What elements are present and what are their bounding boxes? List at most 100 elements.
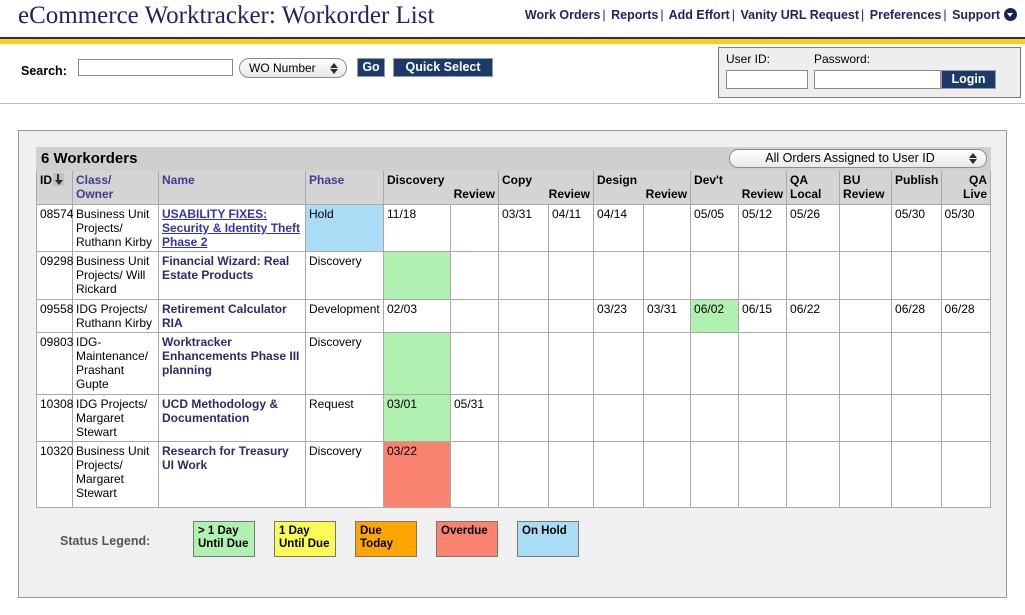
legend-item-overdue: Overdue — [436, 521, 498, 557]
cell-id: 08574 — [36, 204, 73, 252]
cell-discovery-review — [450, 204, 499, 252]
login-button[interactable]: Login — [941, 70, 996, 89]
cell-qa-local: 06/22 — [786, 299, 841, 333]
cell-devt — [690, 394, 740, 442]
userid-input[interactable] — [726, 70, 808, 89]
cell-class-owner: IDG Projects/ Margaret Stewart — [72, 394, 159, 442]
cell-id: 09298 — [36, 251, 73, 300]
cell-name: UCD Methodology & Documentation — [158, 394, 306, 442]
col-header-discovery[interactable]: Discovery Review — [383, 171, 499, 205]
nav-item-add-effort[interactable]: Add Effort — [669, 8, 730, 22]
table-row: 08574 Business Unit Projects/ Ruthann Kir… — [36, 204, 992, 252]
col-header-bu-review[interactable]: BU Review — [839, 171, 893, 205]
col-header-devt[interactable]: Dev't Review — [690, 171, 788, 205]
cell-design — [593, 332, 645, 395]
cell-discovery-review — [450, 251, 499, 300]
cell-design: 04/14 — [593, 204, 645, 252]
cell-devt: 05/05 — [690, 204, 740, 252]
cell-devt-review — [738, 441, 788, 508]
cell-phase: Discovery — [305, 251, 384, 300]
order-filter-select[interactable]: All Orders Assigned to User ID — [729, 149, 987, 168]
cell-publish — [891, 394, 942, 442]
nav-item-support[interactable]: Support — [952, 8, 1000, 22]
cell-discovery: 03/22 — [383, 441, 451, 508]
cell-design-review — [643, 251, 692, 300]
cell-copy-review: 04/11 — [547, 204, 595, 252]
cell-class-owner: Business Unit Projects/ Ruthann Kirby — [72, 204, 159, 252]
col-header-name[interactable]: Name — [158, 171, 306, 205]
table-header-row: ID Class/ Owner Name Phase Discovery Rev… — [36, 171, 992, 205]
password-input[interactable] — [814, 70, 941, 89]
search-toolbar: Search: WO Number Go Quick Select User I… — [0, 44, 1025, 104]
table-row: 09803 IDG-Maintenance/ Prashant Gupte Work… — [36, 332, 992, 395]
cell-phase: Request — [305, 394, 384, 442]
cell-design-review — [643, 441, 692, 508]
updown-arrows-icon — [967, 151, 979, 167]
col-header-class-owner[interactable]: Class/ Owner — [72, 171, 159, 205]
quick-select-button[interactable]: Quick Select — [393, 58, 493, 77]
main-navigation: Work Orders | Reports | Add Effort | Vanity… — [525, 6, 1017, 22]
nav-item-reports[interactable]: Reports — [611, 8, 658, 22]
cell-id: 09558 — [36, 299, 73, 333]
cell-class-owner: IDG Projects/ Ruthann Kirby — [72, 299, 159, 333]
col-header-qa-live[interactable]: QA Live — [940, 171, 992, 205]
cell-design-review — [643, 332, 692, 395]
col-header-qa-local[interactable]: QA Local — [786, 171, 841, 205]
cell-name: Research for Treasury UI Work — [158, 441, 306, 508]
workorder-name-link[interactable]: USABILITY FIXES: Security & Identity The… — [162, 207, 300, 249]
cell-discovery-review — [450, 332, 499, 395]
cell-copy — [498, 251, 549, 300]
cell-discovery: 03/01 — [383, 394, 451, 442]
col-header-copy[interactable]: Copy Review — [497, 171, 595, 205]
cell-copy-review — [547, 251, 595, 300]
status-legend-label: Status Legend: — [60, 534, 151, 548]
search-type-select[interactable]: WO Number — [239, 58, 347, 78]
cell-qa-local — [786, 394, 841, 442]
cell-qa-local — [786, 332, 841, 395]
nav-separator: | — [943, 8, 947, 22]
order-filter-value: All Orders Assigned to User ID — [765, 151, 935, 165]
cell-publish: 05/30 — [891, 204, 942, 252]
cell-devt — [690, 441, 740, 508]
cell-design-review: 03/31 — [643, 299, 692, 333]
cell-phase: Hold — [305, 204, 384, 252]
col-header-phase[interactable]: Phase — [305, 171, 384, 205]
cell-copy-review — [547, 441, 595, 508]
cell-name[interactable]: USABILITY FIXES: Security & Identity The… — [158, 204, 306, 252]
cell-qa-live — [940, 332, 992, 395]
cell-class-owner: Business Unit Projects/ Margaret Stewart — [72, 441, 159, 508]
search-input[interactable] — [78, 59, 233, 76]
page-title: eCommerce Worktracker: Workorder List — [18, 2, 435, 29]
panel-header: 6 Workorders All Orders Assigned to User… — [36, 147, 991, 171]
cell-phase: Discovery — [305, 332, 384, 395]
col-header-design[interactable]: Design Review — [593, 171, 692, 205]
cell-qa-live — [940, 394, 992, 442]
cell-publish — [891, 441, 942, 508]
updown-arrows-icon — [328, 60, 340, 77]
cell-copy-review — [547, 394, 595, 442]
cell-qa-local — [786, 251, 841, 300]
cell-qa-local — [786, 441, 841, 508]
nav-separator: | — [602, 8, 606, 22]
go-button[interactable]: Go — [357, 58, 385, 77]
cell-id: 10320 — [36, 441, 73, 508]
nav-item-preferences[interactable]: Preferences — [870, 8, 942, 22]
col-header-id[interactable]: ID — [36, 171, 73, 205]
nav-item-work-orders[interactable]: Work Orders — [525, 8, 601, 22]
caret-down-circle-icon[interactable] — [1004, 8, 1017, 21]
status-legend: Status Legend: > 1 Day Until Due 1 Day U… — [36, 521, 991, 565]
legend-item-more-than-1-day: > 1 Day Until Due — [193, 521, 255, 557]
cell-qa-live: 05/30 — [940, 204, 992, 252]
login-panel: User ID: Password: Login — [718, 47, 1021, 98]
cell-copy — [498, 394, 549, 442]
workorder-count: 6 Workorders — [41, 150, 138, 167]
cell-publish: 06/28 — [891, 299, 942, 333]
table-row: 10320 Business Unit Projects/ Margaret St… — [36, 441, 992, 508]
nav-item-vanity-url-request[interactable]: Vanity URL Request — [740, 8, 859, 22]
cell-copy: 03/31 — [498, 204, 549, 252]
cell-discovery-review — [450, 299, 499, 333]
cell-design: 03/23 — [593, 299, 645, 333]
sort-descending-icon[interactable] — [53, 173, 64, 186]
col-header-publish[interactable]: Publish — [891, 171, 942, 205]
table-row: 10308 IDG Projects/ Margaret Stewart UCD M… — [36, 394, 992, 442]
